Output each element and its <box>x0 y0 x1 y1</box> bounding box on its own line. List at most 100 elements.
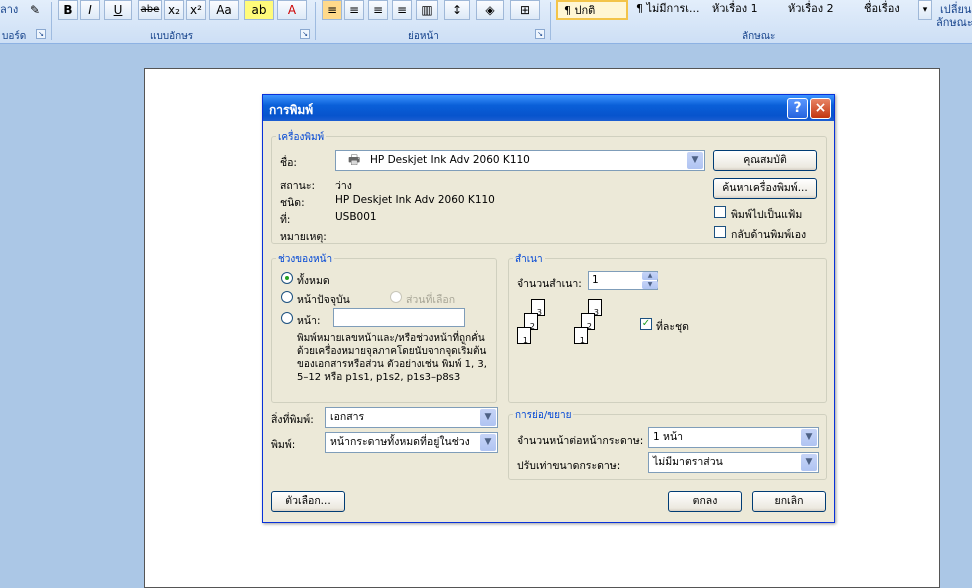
scale-select[interactable]: ไม่มีมาตราส่วน ▼ <box>648 452 819 473</box>
zoom-legend: การย่อ/ขยาย <box>513 408 574 423</box>
copies-legend: สำเนา <box>513 252 545 267</box>
style-normal[interactable]: ¶ ปกติ <box>556 0 628 20</box>
pages-input[interactable] <box>333 308 465 327</box>
underline-button[interactable]: U <box>104 0 132 20</box>
all-label[interactable]: ทั้งหมด <box>297 272 330 289</box>
collate-sheet-icon: 1 <box>574 327 588 345</box>
print-what-label: สิ่งที่พิมพ์: <box>271 414 314 426</box>
line-spacing-icon[interactable]: ↕ <box>444 0 470 20</box>
font-color-icon[interactable]: A <box>277 0 307 20</box>
print-label: พิมพ์: <box>271 439 296 451</box>
where-label: ที่: <box>280 214 291 226</box>
subscript-button[interactable]: x₂ <box>164 0 184 20</box>
chevron-down-icon[interactable]: ▼ <box>687 152 703 169</box>
status-value: ว่าง <box>335 180 352 192</box>
borders-icon[interactable]: ⊞ <box>510 0 540 20</box>
print-what-select[interactable]: เอกสาร ▼ <box>325 407 498 428</box>
clipboard-group-label: บอร์ด <box>2 31 27 42</box>
cancel-button[interactable]: ยกเลิก <box>752 491 826 512</box>
justify-icon[interactable]: ≡ <box>392 0 412 20</box>
styles-group-label: ลักษณะ <box>742 31 776 42</box>
shading-icon[interactable]: ◈ <box>476 0 504 20</box>
change-case-button[interactable]: Aa <box>209 0 239 20</box>
printer-name-label: ชื่อ: <box>280 157 297 169</box>
page-range-note: พิมพ์หมายเลขหน้าและ/หรือช่วงหน้าที่ถูกคั… <box>297 333 487 383</box>
current-page-radio[interactable] <box>281 291 293 303</box>
paragraph-group-label: ย่อหน้า <box>408 31 439 42</box>
selection-label: ส่วนที่เลือก <box>406 294 456 306</box>
help-button[interactable]: ? <box>787 98 808 119</box>
ok-button[interactable]: ตกลง <box>668 491 742 512</box>
font-group-label: แบบอักษร <box>150 31 194 42</box>
manual-duplex-checkbox[interactable] <box>714 226 726 238</box>
clipboard-top-text: ลาง <box>0 3 19 16</box>
highlight-icon[interactable]: ab <box>244 0 274 20</box>
printer-legend: เครื่องพิมพ์ <box>276 130 327 145</box>
ribbon-separator <box>550 2 551 40</box>
font-launcher-icon[interactable]: ↘ <box>300 29 310 39</box>
comment-label: หมายเหตุ: <box>280 231 327 243</box>
chevron-down-icon[interactable]: ▼ <box>480 409 496 426</box>
pages-label[interactable]: หน้า: <box>297 312 321 329</box>
style-heading-2[interactable]: หัวเรื่อง 2 <box>782 0 854 20</box>
chevron-down-icon[interactable]: ▼ <box>480 434 496 451</box>
styles-more-icon[interactable]: ▾ <box>918 0 932 20</box>
page-range-legend: ช่วงของหน้า <box>276 252 335 267</box>
dialog-titlebar[interactable]: การพิมพ์ ? × <box>263 95 834 121</box>
clipboard-launcher-icon[interactable]: ↘ <box>36 29 46 39</box>
ribbon-separator <box>315 2 316 40</box>
style-heading-1[interactable]: หัวเรื่อง 1 <box>706 0 778 20</box>
spin-down-icon[interactable]: ▼ <box>642 281 658 289</box>
type-value: HP Deskjet Ink Adv 2060 K110 <box>335 194 495 206</box>
status-label: สถานะ: <box>280 180 316 192</box>
collate-sheet-icon: 1 <box>517 327 531 345</box>
pages-per-sheet-label: จำนวนหน้าต่อหน้ากระดาษ: <box>517 435 644 447</box>
pages-per-sheet-value: 1 หน้า <box>653 431 684 443</box>
printer-select[interactable]: 🖶 HP Deskjet Ink Adv 2060 K110 ▼ <box>335 150 705 171</box>
print-select[interactable]: หน้ากระดาษทั้งหมดที่อยู่ในช่วง ▼ <box>325 432 498 453</box>
where-value: USB001 <box>335 211 377 223</box>
print-value: หน้ากระดาษทั้งหมดที่อยู่ในช่วง <box>330 436 470 448</box>
scale-value: ไม่มีมาตราส่วน <box>653 456 723 468</box>
print-to-file-checkbox[interactable] <box>714 206 726 218</box>
format-painter-icon[interactable]: ✎ <box>24 0 46 20</box>
copies-count-label: จำนวนสำเนา: <box>517 278 582 290</box>
current-page-label[interactable]: หน้าปัจจุบัน <box>297 291 350 308</box>
style-title[interactable]: ชื่อเรื่อง <box>858 0 918 20</box>
manual-duplex-label[interactable]: กลับด้านพิมพ์เอง <box>731 226 806 243</box>
collate-label[interactable]: ที่ละชุด <box>656 318 689 335</box>
print-to-file-label[interactable]: พิมพ์ไปเป็นแฟ้ม <box>731 206 802 223</box>
dialog-title: การพิมพ์ <box>269 103 314 117</box>
bold-button[interactable]: B <box>58 0 78 20</box>
printer-name-value: HP Deskjet Ink Adv 2060 K110 <box>370 154 530 166</box>
paragraph-launcher-icon[interactable]: ↘ <box>535 29 545 39</box>
type-label: ชนิด: <box>280 197 305 209</box>
columns-icon[interactable]: ▥ <box>416 0 438 20</box>
spin-up-icon[interactable]: ▲ <box>642 272 658 280</box>
chevron-down-icon[interactable]: ▼ <box>801 454 817 471</box>
superscript-button[interactable]: x² <box>186 0 206 20</box>
all-radio[interactable] <box>281 272 293 284</box>
collate-checkbox[interactable]: ✓ <box>640 318 652 330</box>
printer-icon: 🖶 <box>348 153 361 168</box>
print-what-value: เอกสาร <box>330 411 365 423</box>
find-printer-button[interactable]: ค้นหาเครื่องพิมพ์... <box>713 178 817 199</box>
change-styles-label-2[interactable]: ลักษณะ <box>936 13 972 31</box>
close-button[interactable]: × <box>810 98 831 119</box>
chevron-down-icon[interactable]: ▼ <box>801 429 817 446</box>
align-left-icon[interactable]: ≡ <box>322 0 342 20</box>
italic-button[interactable]: I <box>80 0 100 20</box>
pages-per-sheet-select[interactable]: 1 หน้า ▼ <box>648 427 819 448</box>
ribbon: ลาง ✎ บอร์ด ↘ B I U abe x₂ x² Aa ab A แบ… <box>0 0 972 44</box>
pages-radio[interactable] <box>281 312 293 324</box>
align-center-icon[interactable]: ≡ <box>344 0 364 20</box>
strikethrough-button[interactable]: abe <box>138 0 162 20</box>
properties-button[interactable]: คุณสมบัติ <box>713 150 817 171</box>
options-button[interactable]: ตัวเลือก... <box>271 491 345 512</box>
style-no-spacing[interactable]: ¶ ไม่มีการเ... <box>630 0 702 20</box>
align-right-icon[interactable]: ≡ <box>368 0 388 20</box>
scale-label: ปรับเท่าขนาดกระดาษ: <box>517 460 621 472</box>
ribbon-separator <box>51 2 52 40</box>
print-dialog: การพิมพ์ ? × เครื่องพิมพ์ ชื่อ: 🖶 HP Des… <box>262 94 835 523</box>
selection-radio <box>390 291 402 303</box>
